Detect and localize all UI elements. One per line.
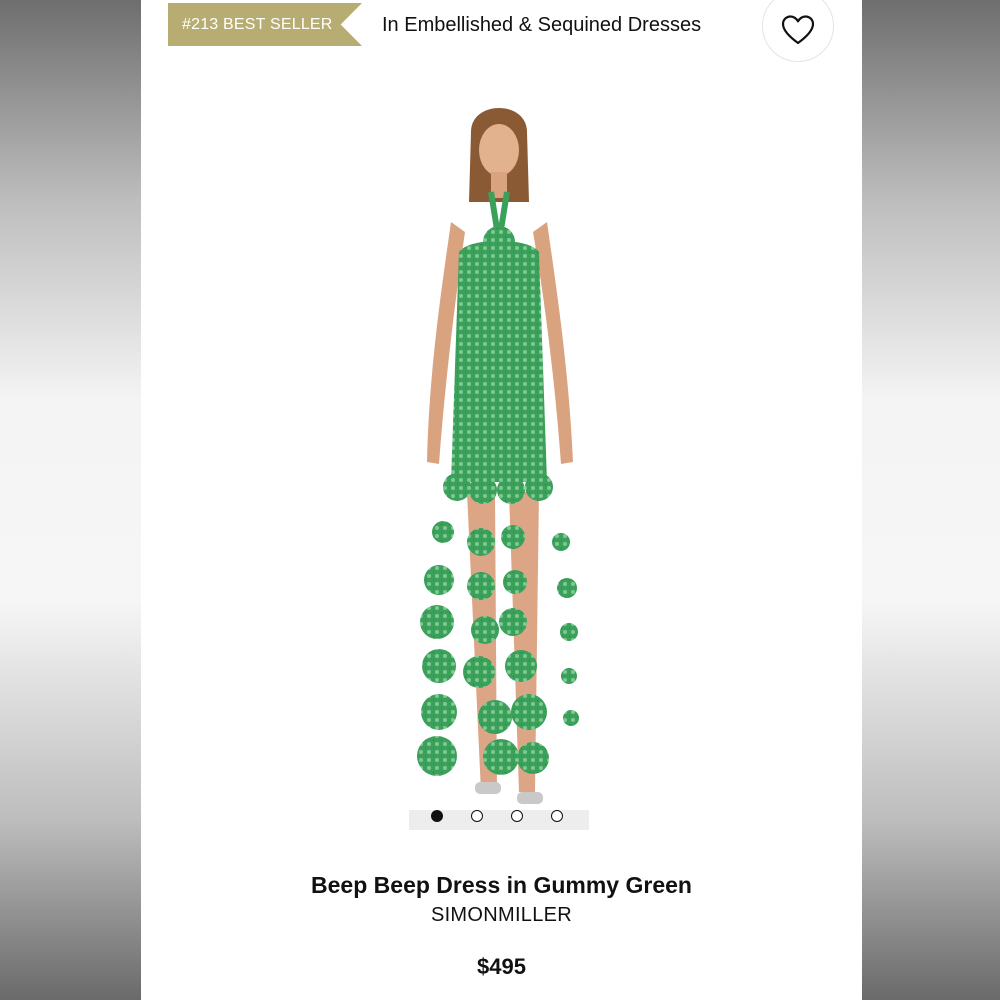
product-card: #213 BEST SELLER In Embellished & Sequin… — [141, 0, 862, 1000]
gallery-dots — [431, 810, 563, 822]
favorite-button[interactable] — [762, 0, 834, 62]
gallery-dot[interactable] — [431, 810, 443, 822]
product-price: $495 — [477, 954, 526, 979]
best-seller-badge: #213 BEST SELLER — [168, 3, 362, 46]
gallery-dot[interactable] — [551, 810, 563, 822]
product-title[interactable]: Beep Beep Dress in Gummy Green — [141, 870, 862, 900]
product-image[interactable] — [409, 92, 589, 830]
gallery-dot[interactable] — [471, 810, 483, 822]
gallery-dot[interactable] — [511, 810, 523, 822]
heart-icon — [781, 15, 815, 45]
product-brand[interactable]: SIMONMILLER — [141, 902, 862, 928]
category-link[interactable]: In Embellished & Sequined Dresses — [382, 11, 701, 39]
